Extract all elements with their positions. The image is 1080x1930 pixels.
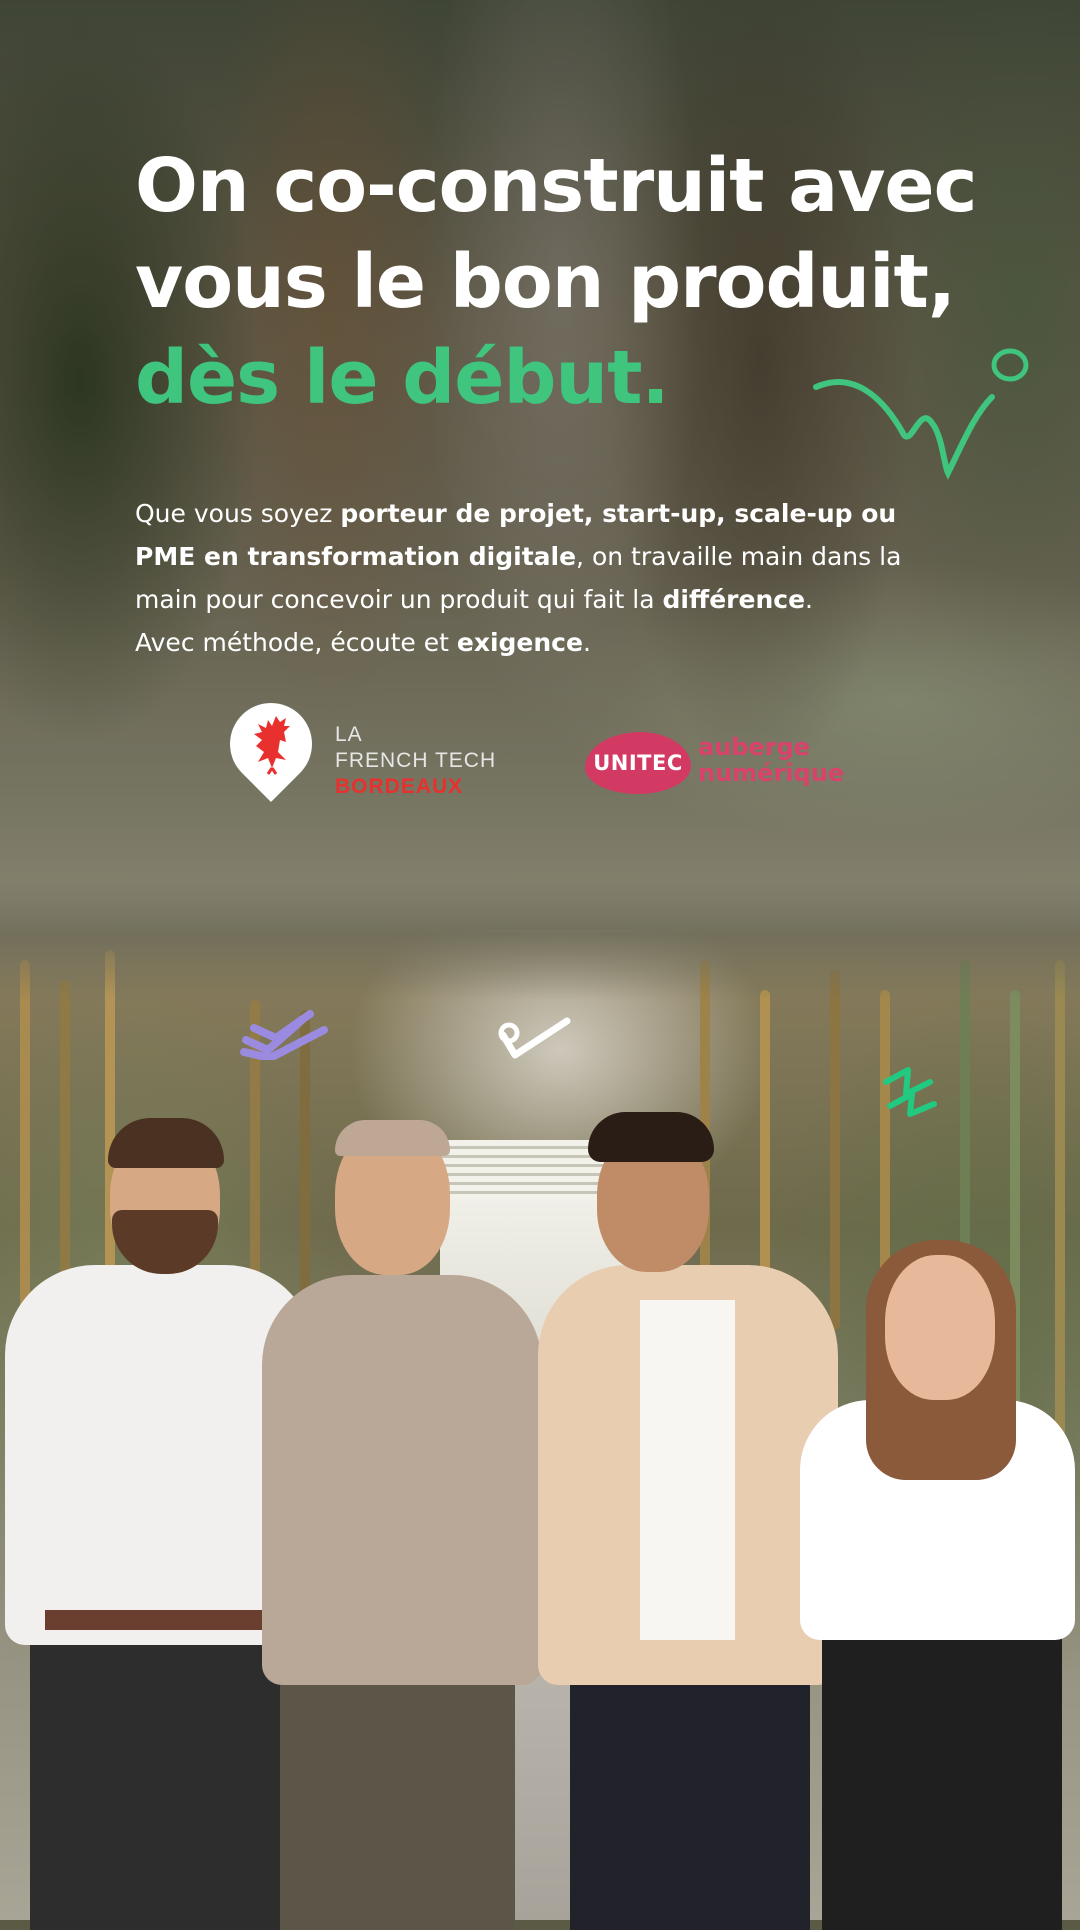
unitec-line-1: auberge: [698, 733, 811, 761]
intro-text: Avec méthode, écoute et: [135, 628, 457, 657]
intro-text: .: [805, 585, 813, 614]
headline-line-1: On co-construit avec: [135, 143, 977, 229]
unitec-wordmark: auberge numérique: [698, 734, 844, 786]
unitec-line-2: numérique: [698, 759, 845, 787]
hero-headline: On co-construit avec vous le bon produit…: [135, 138, 1015, 426]
intro-paragraph: Que vous soyez porteur de projet, start-…: [135, 492, 935, 664]
photo-fade: [0, 880, 1080, 1000]
rooster-icon: [254, 716, 290, 775]
check-mark-white-icon: [498, 1017, 571, 1059]
headline-accent: dès le début.: [135, 335, 670, 421]
french-tech-line-3: BORDEAUX: [335, 775, 464, 798]
zigzag-icon: [883, 1067, 937, 1117]
intro-text: Que vous soyez: [135, 499, 341, 528]
headline-line-2: vous le bon produit,: [135, 239, 956, 325]
french-tech-line-1: LA: [335, 723, 363, 746]
intro-text-bold: exigence: [456, 628, 583, 657]
french-tech-wordmark: LA FRENCH TECH BORDEAUX: [335, 722, 496, 800]
unitec-badge: UNITEC: [585, 732, 691, 794]
french-tech-line-2: FRENCH TECH: [335, 749, 497, 772]
intro-text: .: [582, 628, 591, 657]
intro-text-bold: différence: [662, 585, 806, 614]
check-mark-purple-icon: [240, 1010, 328, 1060]
